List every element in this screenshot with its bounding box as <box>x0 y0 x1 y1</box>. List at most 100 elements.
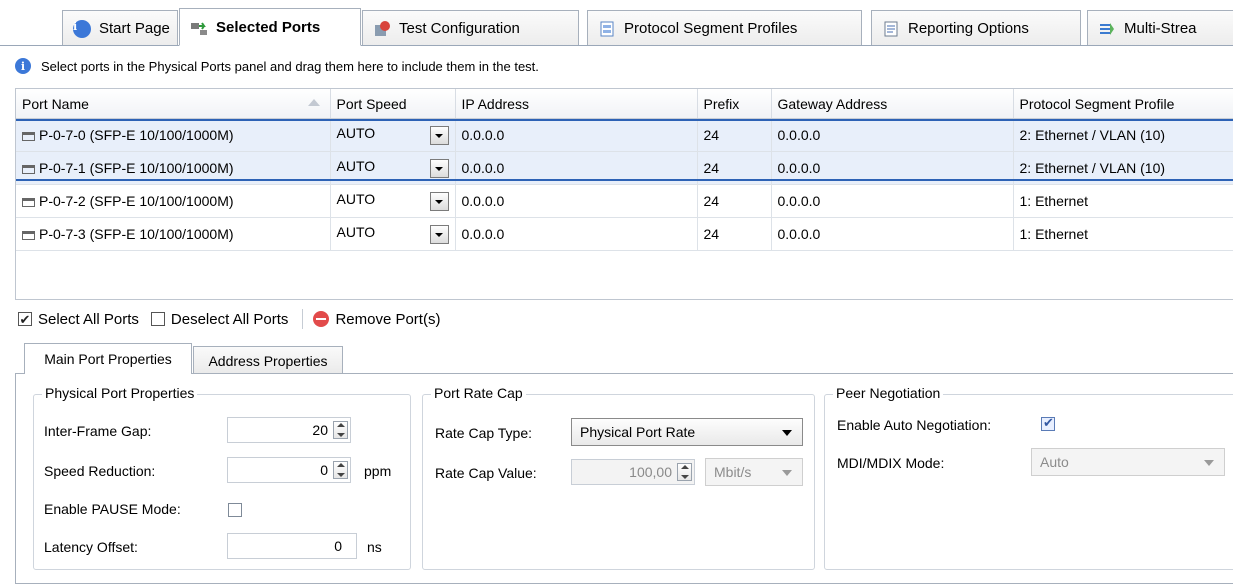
table-row[interactable]: P-0-7-1 (SFP-E 10/100/1000M) AUTO 0.0.0.… <box>16 151 1233 185</box>
prefix-cell[interactable]: 24 <box>697 217 772 251</box>
selected-ports-icon <box>190 18 208 36</box>
ip-address-cell[interactable]: 0.0.0.0 <box>455 118 698 152</box>
deselect-all-ports-button[interactable]: Deselect All Ports <box>150 310 289 328</box>
gateway-address-cell[interactable]: 0.0.0.0 <box>771 118 1014 152</box>
port-name-cell[interactable]: P-0-7-3 (SFP-E 10/100/1000M) <box>16 217 331 251</box>
tab-label: Test Configuration <box>399 20 520 37</box>
physical-port-properties-group: Physical Port Properties Inter-Frame Gap… <box>33 385 411 570</box>
pause-mode-label: Enable PAUSE Mode: <box>44 501 181 517</box>
tab-multi-stream[interactable]: Multi-Strea <box>1087 10 1233 46</box>
port-name-cell[interactable]: P-0-7-1 (SFP-E 10/100/1000M) <box>16 151 331 185</box>
port-rate-cap-group: Port Rate Cap Rate Cap Type: Physical Po… <box>422 385 815 570</box>
chevron-down-icon <box>782 430 792 436</box>
mdi-mdix-mode-select[interactable]: Auto <box>1031 448 1225 476</box>
table-row[interactable]: P-0-7-3 (SFP-E 10/100/1000M) AUTO 0.0.0.… <box>16 217 1233 251</box>
ip-address-cell[interactable]: 0.0.0.0 <box>455 184 698 218</box>
ip-address-cell[interactable]: 0.0.0.0 <box>455 151 698 185</box>
column-header-ip-address[interactable]: IP Address <box>455 89 698 119</box>
pause-mode-checkbox[interactable] <box>228 503 242 517</box>
multi-stream-icon <box>1098 20 1116 38</box>
tab-label: Start Page <box>99 20 170 37</box>
table-row[interactable]: P-0-7-0 (SFP-E 10/100/1000M) AUTO 0.0.0.… <box>16 118 1233 152</box>
main-port-properties-panel: Physical Port Properties Inter-Frame Gap… <box>15 373 1233 584</box>
inter-frame-gap-label: Inter-Frame Gap: <box>44 423 152 439</box>
port-speed-dropdown-button[interactable] <box>429 159 449 178</box>
tab-protocol-segment-profiles[interactable]: Protocol Segment Profiles <box>587 10 862 46</box>
tab-address-properties[interactable]: Address Properties <box>193 346 343 374</box>
port-name-cell[interactable]: P-0-7-2 (SFP-E 10/100/1000M) <box>16 184 331 218</box>
column-header-prefix[interactable]: Prefix <box>697 89 772 119</box>
speed-reduction-stepper[interactable]: 0 <box>227 457 351 483</box>
column-header-protocol-segment-profile[interactable]: Protocol Segment Profile <box>1013 89 1233 119</box>
gateway-address-cell[interactable]: 0.0.0.0 <box>771 217 1014 251</box>
group-title: Physical Port Properties <box>42 385 198 401</box>
rate-cap-type-select[interactable]: Physical Port Rate <box>571 418 803 446</box>
ip-address-cell[interactable]: 0.0.0.0 <box>455 217 698 251</box>
remove-ports-button[interactable]: Remove Port(s) <box>313 311 440 328</box>
tab-label: Address Properties <box>208 352 328 369</box>
stepper-arrows-icon[interactable] <box>677 463 692 481</box>
test-configuration-icon <box>373 20 391 38</box>
reporting-options-icon <box>882 20 900 38</box>
stepper-arrows-icon[interactable] <box>333 421 348 439</box>
rate-cap-unit-select[interactable]: Mbit/s <box>705 458 803 486</box>
chevron-down-icon <box>1204 460 1214 466</box>
column-header-port-name[interactable]: Port Name <box>16 89 331 119</box>
speed-reduction-label: Speed Reduction: <box>44 463 156 479</box>
tab-selected-ports[interactable]: Selected Ports <box>179 8 361 46</box>
group-title: Port Rate Cap <box>431 385 526 401</box>
column-header-gateway-address[interactable]: Gateway Address <box>771 89 1014 119</box>
toolbar-separator <box>302 309 304 329</box>
port-speed-dropdown-button[interactable] <box>429 126 449 145</box>
latency-offset-field[interactable]: 0 <box>227 533 357 559</box>
port-speed-cell[interactable]: AUTO <box>330 217 456 251</box>
port-speed-dropdown-button[interactable] <box>429 192 449 211</box>
column-header-port-speed[interactable]: Port Speed <box>330 89 456 119</box>
remove-label: Remove Port(s) <box>335 310 441 328</box>
info-hint: i Select ports in the Physical Ports pan… <box>15 58 539 74</box>
checked-checkbox-icon: ✔ <box>18 311 32 327</box>
gateway-address-cell[interactable]: 0.0.0.0 <box>771 184 1014 218</box>
unchecked-checkbox-icon <box>150 312 165 326</box>
tab-main-port-properties[interactable]: Main Port Properties <box>24 343 192 374</box>
select-all-label: Select All Ports <box>38 310 139 328</box>
protocol-profiles-icon <box>598 20 616 38</box>
deselect-all-label: Deselect All Ports <box>170 310 289 328</box>
tab-test-configuration[interactable]: Test Configuration <box>362 10 579 46</box>
port-speed-cell[interactable]: AUTO <box>330 184 456 218</box>
peer-negotiation-group: Peer Negotiation Enable Auto Negotiation… <box>824 385 1233 570</box>
port-speed-dropdown-button[interactable] <box>429 225 449 244</box>
gateway-address-cell[interactable]: 0.0.0.0 <box>771 151 1014 185</box>
remove-icon <box>313 311 330 327</box>
port-speed-cell[interactable]: AUTO <box>330 118 456 152</box>
tab-label: Protocol Segment Profiles <box>624 20 798 37</box>
protocol-profile-cell[interactable]: 2: Ethernet / VLAN (10) <box>1013 118 1233 152</box>
port-speed-cell[interactable]: AUTO <box>330 151 456 185</box>
prefix-cell[interactable]: 24 <box>697 118 772 152</box>
tab-label: Selected Ports <box>216 18 321 36</box>
prefix-cell[interactable]: 24 <box>697 151 772 185</box>
protocol-profile-cell[interactable]: 1: Ethernet <box>1013 217 1233 251</box>
tab-start-page[interactable]: i Start Page <box>62 10 178 46</box>
tab-reporting-options[interactable]: Reporting Options <box>871 10 1081 46</box>
port-selection-toolbar: ✔ Select All Ports Deselect All Ports Re… <box>18 309 452 329</box>
tab-label: Multi-Strea <box>1124 20 1197 37</box>
stepper-arrows-icon[interactable] <box>333 461 348 479</box>
select-all-ports-button[interactable]: ✔ Select All Ports <box>18 311 139 328</box>
table-row[interactable]: P-0-7-2 (SFP-E 10/100/1000M) AUTO 0.0.0.… <box>16 184 1233 218</box>
info-icon: i <box>15 58 31 74</box>
inter-frame-gap-stepper[interactable]: 20 <box>227 417 351 443</box>
group-title: Peer Negotiation <box>833 385 944 401</box>
sort-ascending-icon <box>307 99 320 106</box>
auto-negotiation-label: Enable Auto Negotiation: <box>837 417 992 433</box>
mdi-mdix-mode-label: MDI/MDIX Mode: <box>837 455 945 471</box>
rate-cap-value-stepper[interactable]: 100,00 <box>571 459 695 485</box>
port-name-cell[interactable]: P-0-7-0 (SFP-E 10/100/1000M) <box>16 118 331 152</box>
protocol-profile-cell[interactable]: 1: Ethernet <box>1013 184 1233 218</box>
prefix-cell[interactable]: 24 <box>697 184 772 218</box>
latency-offset-unit: ns <box>367 539 382 555</box>
selected-ports-grid: Port Name Port Speed IP Address Prefix G… <box>15 88 1233 300</box>
auto-negotiation-checkbox[interactable]: ✔ <box>1041 415 1055 431</box>
protocol-profile-cell[interactable]: 2: Ethernet / VLAN (10) <box>1013 151 1233 185</box>
chevron-down-icon <box>782 470 792 476</box>
